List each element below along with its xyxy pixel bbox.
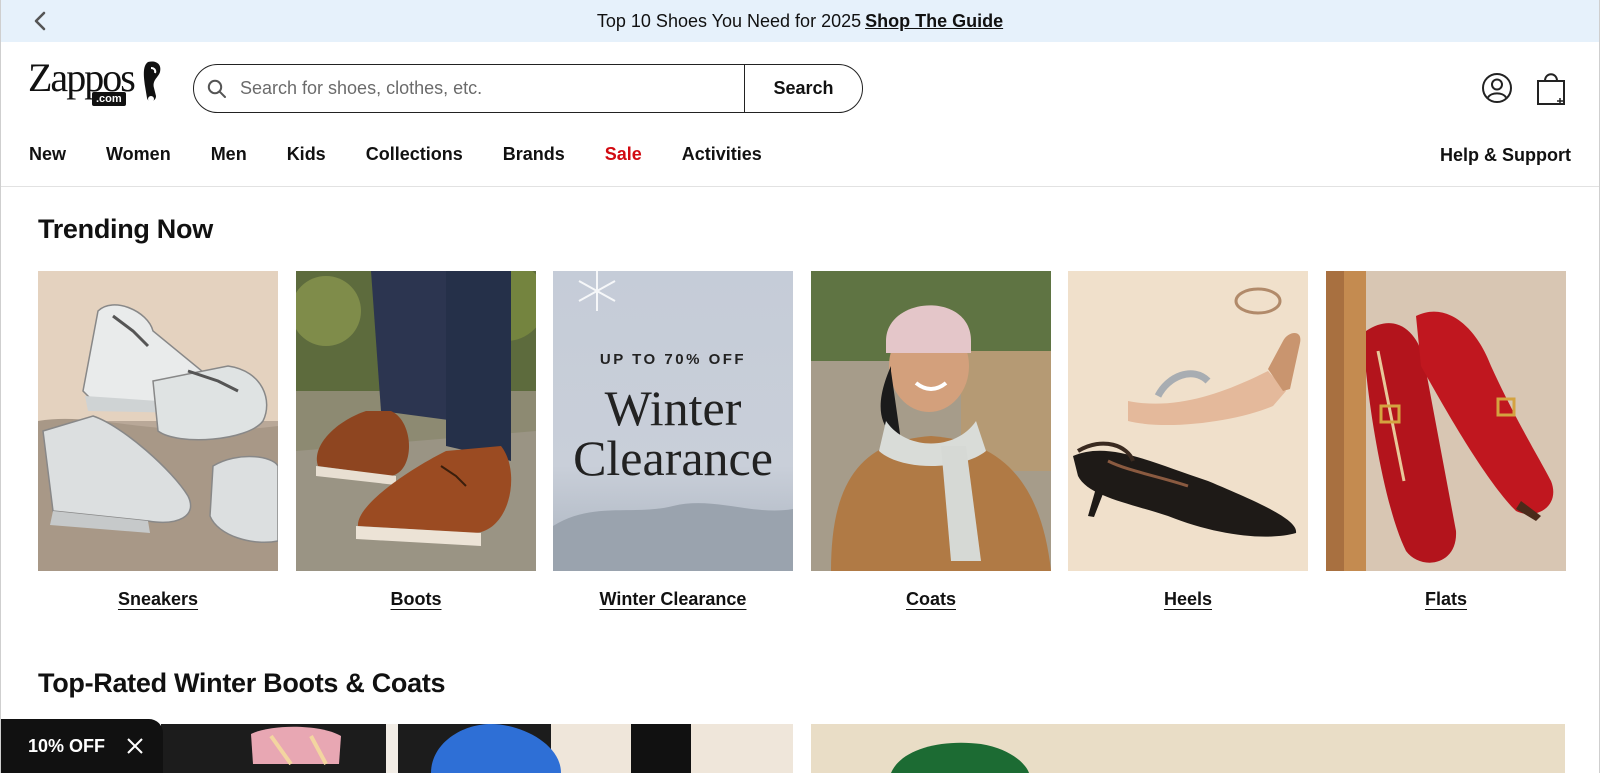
promo-text: Top 10 Shoes You Need for 2025 (596, 10, 862, 31)
winter-clearance-kicker: UP TO 70% OFF (599, 351, 747, 368)
tile-boots-image[interactable] (296, 271, 536, 571)
nav-men[interactable]: Men (211, 144, 247, 165)
top-rated-title: Top-Rated Winter Boots & Coats (38, 668, 446, 698)
nav-collections[interactable]: Collections (366, 144, 463, 165)
tile-label-sneakers[interactable]: Sneakers (38, 589, 278, 610)
tile-heels-image[interactable] (1068, 271, 1308, 571)
nav-women[interactable]: Women (106, 144, 171, 165)
page: Top 10 Shoes You Need for 2025 Shop The … (0, 0, 1600, 773)
close-icon[interactable] (126, 737, 144, 755)
tile-label-boots[interactable]: Boots (296, 589, 536, 610)
discount-offer-tab[interactable]: 10% OFF (1, 719, 163, 773)
coats-link[interactable]: Coats (906, 589, 956, 609)
promo-banner: Top 10 Shoes You Need for 2025 Shop The … (1, 0, 1599, 42)
header-divider (1, 186, 1599, 187)
help-support-link[interactable]: Help & Support (1440, 145, 1571, 166)
trending-title: Trending Now (38, 214, 213, 244)
tile-coats-image[interactable] (811, 271, 1051, 571)
search-input[interactable] (240, 65, 744, 112)
winter-clearance-headline: Winter Clearance (553, 383, 793, 483)
nav-brands[interactable]: Brands (503, 144, 565, 165)
shop-guide-link[interactable]: Shop The Guide (865, 11, 1003, 32)
nav-activities[interactable]: Activities (682, 144, 762, 165)
logo-shoe-icon (143, 61, 161, 102)
tile-label-flats[interactable]: Flats (1326, 589, 1566, 610)
main-nav: New Women Men Kids Collections Brands Sa… (29, 144, 762, 165)
zappos-logo[interactable]: Zappos .com (28, 58, 161, 108)
search-icon (194, 65, 240, 112)
offer-label: 10% OFF (28, 735, 106, 756)
search-button[interactable]: Search (744, 65, 862, 112)
tile-label-coats[interactable]: Coats (811, 589, 1051, 610)
nav-sale[interactable]: Sale (605, 144, 642, 165)
tile-label-winter-clearance[interactable]: Winter Clearance (553, 589, 793, 610)
winter-clearance-link[interactable]: Winter Clearance (600, 589, 747, 609)
tile-flats-image[interactable] (1326, 271, 1566, 571)
top-rated-image-left[interactable] (161, 724, 793, 773)
account-icon[interactable] (1481, 72, 1513, 104)
flats-link[interactable]: Flats (1425, 589, 1467, 609)
headline-line-1: Winter (604, 380, 742, 436)
logo-suffix: .com (92, 92, 126, 106)
nav-new[interactable]: New (29, 144, 66, 165)
heels-link[interactable]: Heels (1164, 589, 1212, 609)
back-chevron-icon[interactable] (29, 9, 53, 33)
sneakers-link[interactable]: Sneakers (118, 589, 198, 609)
nav-kids[interactable]: Kids (287, 144, 326, 165)
tile-sneakers-image[interactable] (38, 271, 278, 571)
shopping-bag-icon[interactable] (1534, 70, 1568, 106)
tile-label-heels[interactable]: Heels (1068, 589, 1308, 610)
search-bar: Search (193, 64, 863, 113)
boots-link[interactable]: Boots (391, 589, 442, 609)
headline-line-2: Clearance (573, 430, 773, 486)
top-rated-image-right[interactable] (811, 724, 1565, 773)
tile-winter-clearance-image[interactable]: UP TO 70% OFF Winter Clearance (553, 271, 793, 571)
